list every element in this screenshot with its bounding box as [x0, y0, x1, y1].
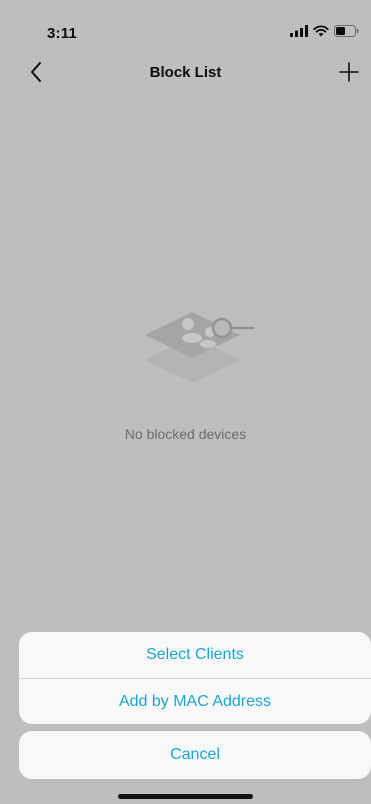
- select-clients-button[interactable]: Select Clients: [19, 632, 371, 678]
- screen: 3:11 Block List No blocked devices Selec…: [0, 0, 371, 804]
- action-sheet-cancel: Cancel: [19, 731, 371, 779]
- home-indicator[interactable]: [118, 794, 253, 799]
- cancel-button[interactable]: Cancel: [19, 731, 371, 779]
- add-by-mac-address-button[interactable]: Add by MAC Address: [19, 679, 371, 724]
- action-sheet-options: Select Clients Add by MAC Address: [19, 632, 371, 724]
